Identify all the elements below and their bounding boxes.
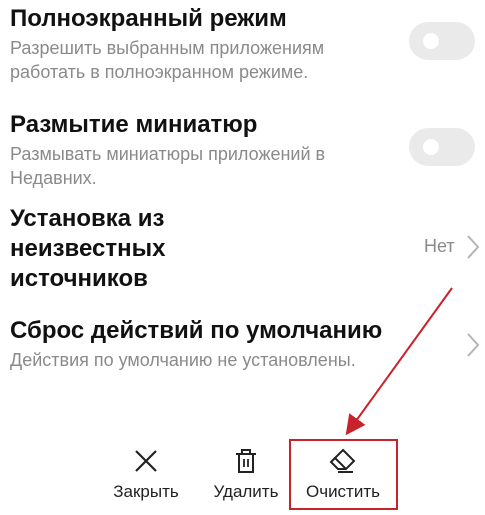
- fullscreen-toggle[interactable]: [409, 22, 475, 60]
- fullscreen-setting: Полноэкранный режим Разрешить выбранным …: [10, 4, 390, 84]
- fullscreen-subtitle: Разрешить выбранным приложениям работать…: [10, 38, 325, 82]
- reset-defaults-subtitle: Действия по умолчанию не установлены.: [10, 350, 356, 370]
- unknown-sources-title-line3: источников: [10, 265, 148, 292]
- close-button[interactable]: Закрыть: [108, 448, 184, 502]
- blur-title: Размытие миниатюр: [10, 111, 258, 138]
- delete-label: Удалить: [213, 482, 279, 501]
- close-label: Закрыть: [113, 482, 179, 501]
- chevron-right-icon: [467, 235, 480, 259]
- close-icon: [135, 450, 157, 472]
- blur-setting: Размытие миниатюр Размывать миниатюры пр…: [10, 110, 390, 190]
- unknown-sources-title-line2: неизвестных: [10, 235, 166, 262]
- toggle-knob: [423, 139, 439, 155]
- blur-toggle[interactable]: [409, 128, 475, 166]
- clear-button-highlight: [289, 439, 398, 510]
- blur-subtitle: Размывать миниатюры приложений в Недавни…: [10, 144, 326, 188]
- toggle-knob: [423, 33, 439, 49]
- delete-button[interactable]: Удалить: [208, 448, 284, 502]
- chevron-right-icon: [467, 333, 480, 357]
- fullscreen-title: Полноэкранный режим: [10, 5, 287, 32]
- unknown-sources-value: Нет: [424, 236, 455, 256]
- reset-defaults-title: Сброс действий по умолчанию: [10, 317, 383, 344]
- unknown-sources-title-line1: Установка из: [10, 205, 165, 232]
- reset-defaults-setting[interactable]: Сброс действий по умолчанию Действия по …: [10, 316, 460, 372]
- unknown-sources-setting[interactable]: Установка из неизвестных источников: [10, 204, 470, 292]
- trash-icon: [236, 449, 256, 473]
